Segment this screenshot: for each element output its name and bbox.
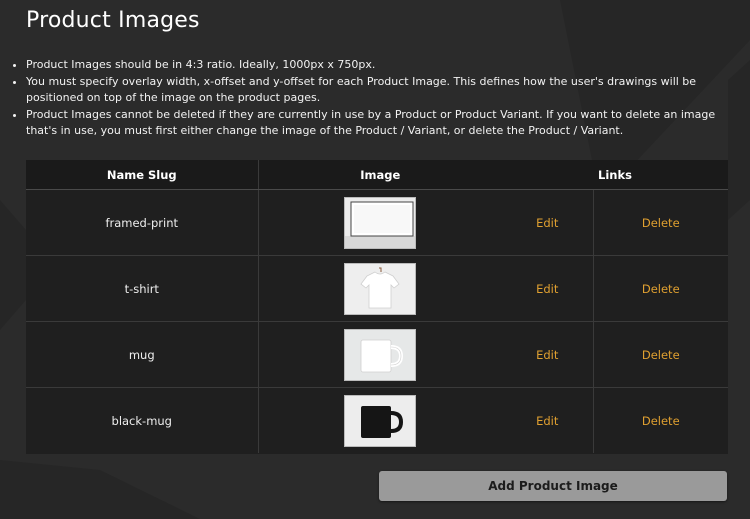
table-row: mug Edit Delete xyxy=(26,321,729,388)
delete-link[interactable]: Delete xyxy=(642,348,680,362)
table-row: black-mug Edit Delete xyxy=(26,387,729,453)
page-title: Product Images xyxy=(26,8,200,33)
header-image: Image xyxy=(258,160,502,190)
edit-link[interactable]: Edit xyxy=(536,414,558,428)
table-row: framed-print Edit Delete xyxy=(26,189,729,256)
slug-cell: t-shirt xyxy=(26,255,259,322)
framed-print-thumbnail xyxy=(344,196,417,249)
slug-cell: mug xyxy=(26,321,259,388)
delete-link[interactable]: Delete xyxy=(642,282,680,296)
delete-link[interactable]: Delete xyxy=(642,216,680,230)
delete-link[interactable]: Delete xyxy=(642,414,680,428)
edit-link[interactable]: Edit xyxy=(536,216,558,230)
note-item: You must specify overlay width, x-offset… xyxy=(26,74,742,107)
slug-cell: framed-print xyxy=(26,189,259,256)
edit-link[interactable]: Edit xyxy=(536,348,558,362)
note-item: Product Images should be in 4:3 ratio. I… xyxy=(26,57,742,74)
product-images-table: Name Slug Image Links framed-print Edit … xyxy=(26,160,729,454)
tshirt-thumbnail xyxy=(344,262,417,315)
slug-cell: black-mug xyxy=(26,387,259,453)
add-product-image-button[interactable]: Add Product Image xyxy=(379,471,727,501)
table-row: t-shirt Edit Delete xyxy=(26,255,729,322)
notes-list: Product Images should be in 4:3 ratio. I… xyxy=(12,57,742,140)
header-name-slug: Name Slug xyxy=(26,160,259,190)
edit-link[interactable]: Edit xyxy=(536,282,558,296)
header-links: Links xyxy=(502,160,729,190)
note-item: Product Images cannot be deleted if they… xyxy=(26,107,742,140)
table-header-row: Name Slug Image Links xyxy=(26,160,729,190)
black-mug-thumbnail xyxy=(344,394,417,447)
white-mug-thumbnail xyxy=(344,328,417,381)
